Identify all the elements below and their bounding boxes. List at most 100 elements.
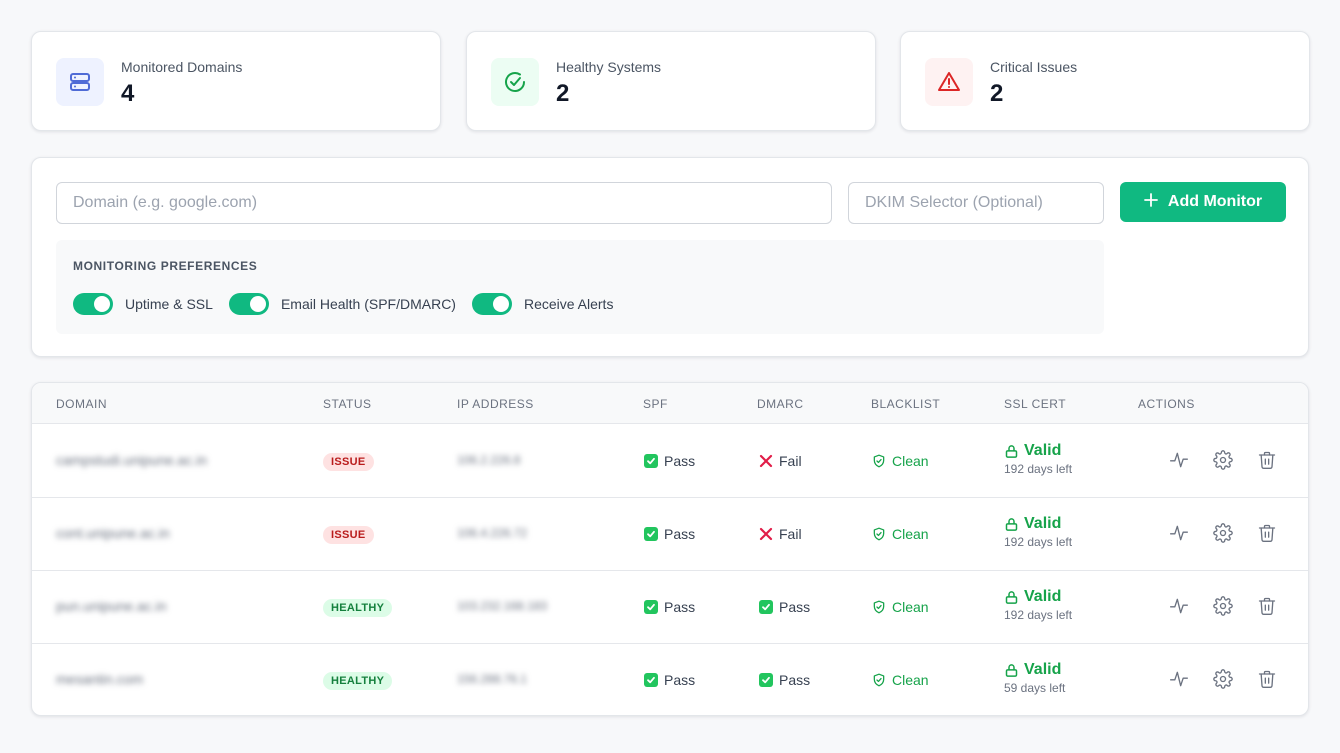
- toggle-switch[interactable]: [228, 293, 269, 315]
- activity-icon[interactable]: [1169, 669, 1189, 694]
- status-badge: HEALTHY: [323, 672, 393, 690]
- activity-icon[interactable]: [1169, 450, 1189, 475]
- delete-trash-icon[interactable]: [1257, 669, 1277, 694]
- blacklist-label: Clean: [892, 672, 929, 688]
- col-status: STATUS: [323, 397, 372, 411]
- lock-icon: [1004, 590, 1019, 605]
- settings-gear-icon[interactable]: [1213, 450, 1233, 475]
- stat-card-healthy-systems: Healthy Systems 2: [466, 31, 876, 131]
- ip-address: 103.232.168.183: [457, 599, 548, 613]
- delete-trash-icon[interactable]: [1257, 596, 1277, 621]
- toggle-uptime-ssl[interactable]: Uptime & SSL: [73, 293, 213, 315]
- spf-status: Pass: [644, 599, 695, 615]
- delete-trash-icon[interactable]: [1257, 450, 1277, 475]
- domains-table: DOMAIN STATUS IP ADDRESS SPF DMARC BLACK…: [31, 382, 1309, 716]
- ip-address: 106.2.226.8: [457, 453, 521, 467]
- toggle-label: Email Health (SPF/DMARC): [280, 296, 456, 312]
- check-icon: [759, 673, 773, 687]
- col-blacklist: BLACKLIST: [871, 397, 941, 411]
- spf-status: Pass: [644, 526, 695, 542]
- status-badge: ISSUE: [323, 526, 374, 544]
- blacklist-label: Clean: [892, 526, 929, 542]
- ip-address: 156.288.76.1: [457, 672, 528, 686]
- stat-value: 2: [556, 80, 570, 107]
- dkim-selector-input[interactable]: DKIM Selector (Optional): [848, 182, 1104, 224]
- dmarc-label: Pass: [779, 672, 811, 688]
- plus-icon: [1143, 192, 1158, 212]
- stat-value: 4: [121, 80, 135, 107]
- delete-trash-icon[interactable]: [1257, 523, 1277, 548]
- check-icon: [644, 600, 658, 614]
- shield-check-icon: [872, 454, 886, 468]
- dmarc-status: Pass: [759, 599, 810, 615]
- ssl-cert: Valid 192 days left: [1004, 442, 1072, 476]
- dmarc-label: Fail: [779, 453, 802, 469]
- ssl-days-left: 59 days left: [1004, 680, 1066, 695]
- blacklist-status: Clean: [872, 526, 929, 542]
- activity-icon[interactable]: [1169, 523, 1189, 548]
- stat-card-critical-issues: Critical Issues 2: [900, 31, 1310, 131]
- col-ssl: SSL CERT: [1004, 397, 1067, 411]
- table-row: pun.unipune.ac.in HEALTHY 103.232.168.183 P…: [32, 571, 1308, 644]
- ssl-cert: Valid 59 days left: [1004, 661, 1065, 695]
- toggle-label: Receive Alerts: [523, 296, 614, 312]
- domain-input-placeholder: Domain (e.g. google.com): [73, 194, 258, 211]
- x-icon: [759, 454, 773, 468]
- check-icon: [759, 600, 773, 614]
- blacklist-status: Clean: [872, 672, 929, 688]
- add-monitor-panel: Domain (e.g. google.com) DKIM Selector (…: [31, 157, 1309, 357]
- ssl-cert: Valid 192 days left: [1004, 515, 1072, 549]
- lock-icon: [1004, 663, 1019, 678]
- ssl-status: Valid: [1024, 588, 1062, 605]
- status-badge: ISSUE: [323, 453, 374, 471]
- spf-label: Pass: [664, 599, 696, 615]
- status-badge: HEALTHY: [323, 599, 393, 617]
- check-icon: [644, 527, 658, 541]
- ssl-status: Valid: [1024, 515, 1062, 532]
- spf-status: Pass: [644, 453, 695, 469]
- x-icon: [759, 527, 773, 541]
- table-row: campstudi.unipune.ac.in ISSUE 106.2.226.8 P…: [32, 425, 1308, 498]
- lock-icon: [1004, 517, 1019, 532]
- dmarc-label: Fail: [779, 526, 802, 542]
- dmarc-label: Pass: [779, 599, 811, 615]
- col-spf: SPF: [643, 397, 668, 411]
- activity-icon[interactable]: [1169, 596, 1189, 621]
- toggle-switch[interactable]: [471, 293, 512, 315]
- blacklist-status: Clean: [872, 599, 929, 615]
- toggle-switch[interactable]: [73, 293, 113, 315]
- dkim-input-placeholder: DKIM Selector (Optional): [865, 194, 1043, 211]
- blacklist-status: Clean: [872, 453, 929, 469]
- add-monitor-button[interactable]: Add Monitor: [1120, 182, 1286, 222]
- spf-status: Pass: [644, 672, 695, 688]
- lock-icon: [1004, 444, 1019, 459]
- ssl-days-left: 192 days left: [1004, 534, 1073, 549]
- blacklist-label: Clean: [892, 453, 929, 469]
- domain-input[interactable]: Domain (e.g. google.com): [56, 182, 832, 224]
- settings-gear-icon[interactable]: [1213, 523, 1233, 548]
- spf-label: Pass: [664, 453, 696, 469]
- add-monitor-label: Add Monitor: [1167, 193, 1263, 210]
- stat-label: Critical Issues: [990, 59, 1078, 75]
- settings-gear-icon[interactable]: [1213, 669, 1233, 694]
- ssl-days-left: 192 days left: [1004, 461, 1073, 476]
- stat-value: 2: [990, 80, 1004, 107]
- dmarc-status: Fail: [759, 526, 802, 542]
- domain-name: campstudi.unipune.ac.in: [56, 452, 207, 468]
- check-icon: [644, 454, 658, 468]
- toggle-receive-alerts[interactable]: Receive Alerts: [471, 293, 614, 315]
- col-dmarc: DMARC: [757, 397, 804, 411]
- server-icon: [56, 58, 104, 106]
- stat-label: Healthy Systems: [556, 59, 662, 75]
- ssl-cert: Valid 192 days left: [1004, 588, 1072, 622]
- monitoring-preferences: MONITORING PREFERENCES Uptime & SSL Emai…: [56, 240, 1104, 334]
- toggle-email-health[interactable]: Email Health (SPF/DMARC): [228, 293, 456, 315]
- stat-card-monitored-domains: Monitored Domains 4: [31, 31, 441, 131]
- check-icon: [644, 673, 658, 687]
- shield-check-icon: [872, 527, 886, 541]
- ip-address: 106.4.226.72: [457, 526, 528, 540]
- settings-gear-icon[interactable]: [1213, 596, 1233, 621]
- dmarc-status: Fail: [759, 453, 802, 469]
- col-ip: IP ADDRESS: [457, 397, 534, 411]
- ssl-status: Valid: [1024, 442, 1062, 459]
